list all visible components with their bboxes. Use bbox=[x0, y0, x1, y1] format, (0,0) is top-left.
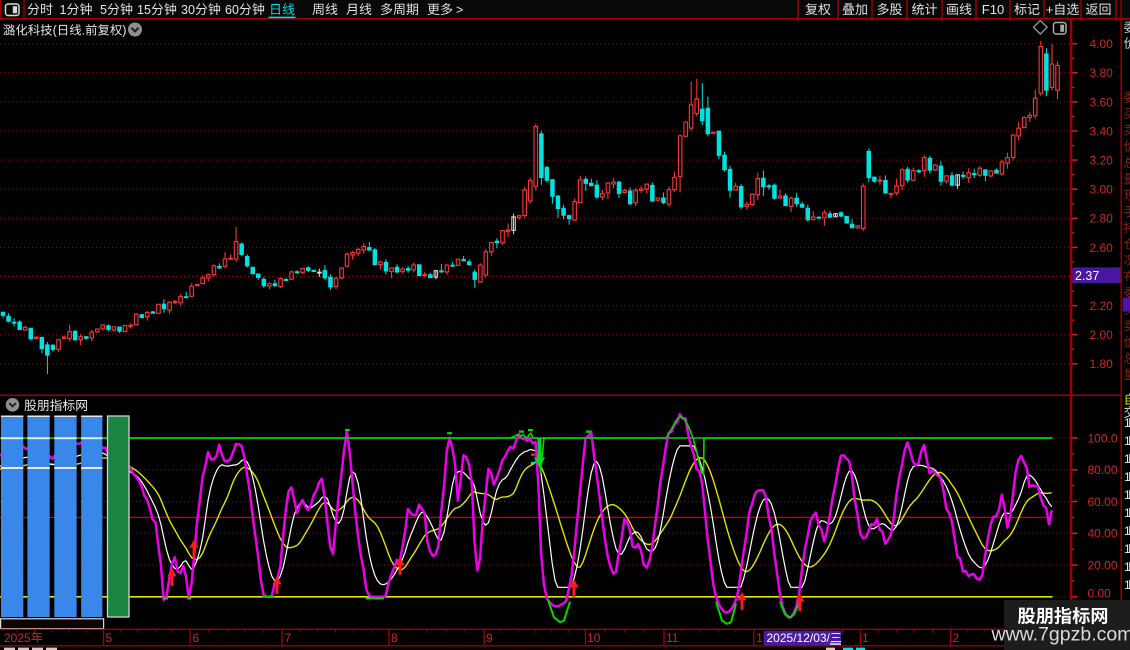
svg-text:3.80: 3.80 bbox=[1090, 66, 1114, 80]
svg-text:1: 1 bbox=[1124, 542, 1130, 556]
svg-text:+: + bbox=[1046, 2, 1054, 17]
svg-text:80.00: 80.00 bbox=[1088, 463, 1118, 477]
svg-text:1: 1 bbox=[1124, 434, 1130, 448]
svg-text:3.60: 3.60 bbox=[1090, 95, 1114, 109]
svg-text:30: 30 bbox=[181, 3, 195, 17]
svg-text:100.0: 100.0 bbox=[1088, 431, 1118, 445]
svg-text:1: 1 bbox=[60, 3, 67, 17]
svg-text:2.80: 2.80 bbox=[1090, 212, 1114, 226]
svg-text:2025: 2025 bbox=[4, 631, 31, 645]
svg-text:6: 6 bbox=[193, 631, 200, 645]
svg-text:20.00: 20.00 bbox=[1088, 558, 1118, 572]
svg-text:2: 2 bbox=[953, 631, 960, 645]
svg-text:1: 1 bbox=[1124, 506, 1130, 520]
svg-text:3.00: 3.00 bbox=[1090, 183, 1114, 197]
svg-text:2.37: 2.37 bbox=[1075, 269, 1099, 283]
svg-text:5: 5 bbox=[106, 631, 113, 645]
svg-text:): ) bbox=[122, 24, 126, 38]
svg-text:1: 1 bbox=[1124, 488, 1130, 502]
svg-text:2.00: 2.00 bbox=[1090, 328, 1114, 342]
svg-text:11: 11 bbox=[666, 631, 679, 645]
svg-text:3.20: 3.20 bbox=[1090, 154, 1114, 168]
svg-text:1: 1 bbox=[1124, 470, 1130, 484]
svg-text:www.7gpzb.com: www.7gpzb.com bbox=[991, 624, 1130, 646]
svg-text:1: 1 bbox=[1124, 452, 1130, 466]
svg-text:40.00: 40.00 bbox=[1088, 527, 1118, 541]
svg-text:7: 7 bbox=[285, 631, 292, 645]
svg-text:.: . bbox=[82, 24, 86, 38]
svg-text:1: 1 bbox=[1124, 560, 1130, 574]
svg-text:0.00: 0.00 bbox=[1088, 587, 1112, 601]
svg-text:60.00: 60.00 bbox=[1088, 495, 1118, 509]
svg-text:1: 1 bbox=[1124, 524, 1130, 538]
svg-text:1: 1 bbox=[1124, 578, 1130, 592]
svg-text:1: 1 bbox=[1124, 416, 1130, 430]
svg-text:F10: F10 bbox=[982, 2, 1004, 17]
svg-text:4.00: 4.00 bbox=[1090, 37, 1114, 51]
svg-text:2.20: 2.20 bbox=[1090, 299, 1114, 313]
svg-text:60: 60 bbox=[225, 3, 239, 17]
svg-text:3.40: 3.40 bbox=[1090, 124, 1114, 138]
svg-text:8: 8 bbox=[391, 631, 398, 645]
svg-text:1: 1 bbox=[756, 631, 763, 645]
svg-text:10: 10 bbox=[587, 631, 601, 645]
svg-text:5: 5 bbox=[100, 3, 107, 17]
svg-text:1.80: 1.80 bbox=[1090, 357, 1114, 371]
svg-text:9: 9 bbox=[486, 631, 493, 645]
svg-text:2025/12/03/: 2025/12/03/ bbox=[767, 631, 831, 645]
svg-text:2.60: 2.60 bbox=[1090, 241, 1114, 255]
svg-text:1: 1 bbox=[862, 631, 869, 645]
svg-text:15: 15 bbox=[137, 3, 151, 17]
svg-text:>: > bbox=[456, 3, 463, 17]
